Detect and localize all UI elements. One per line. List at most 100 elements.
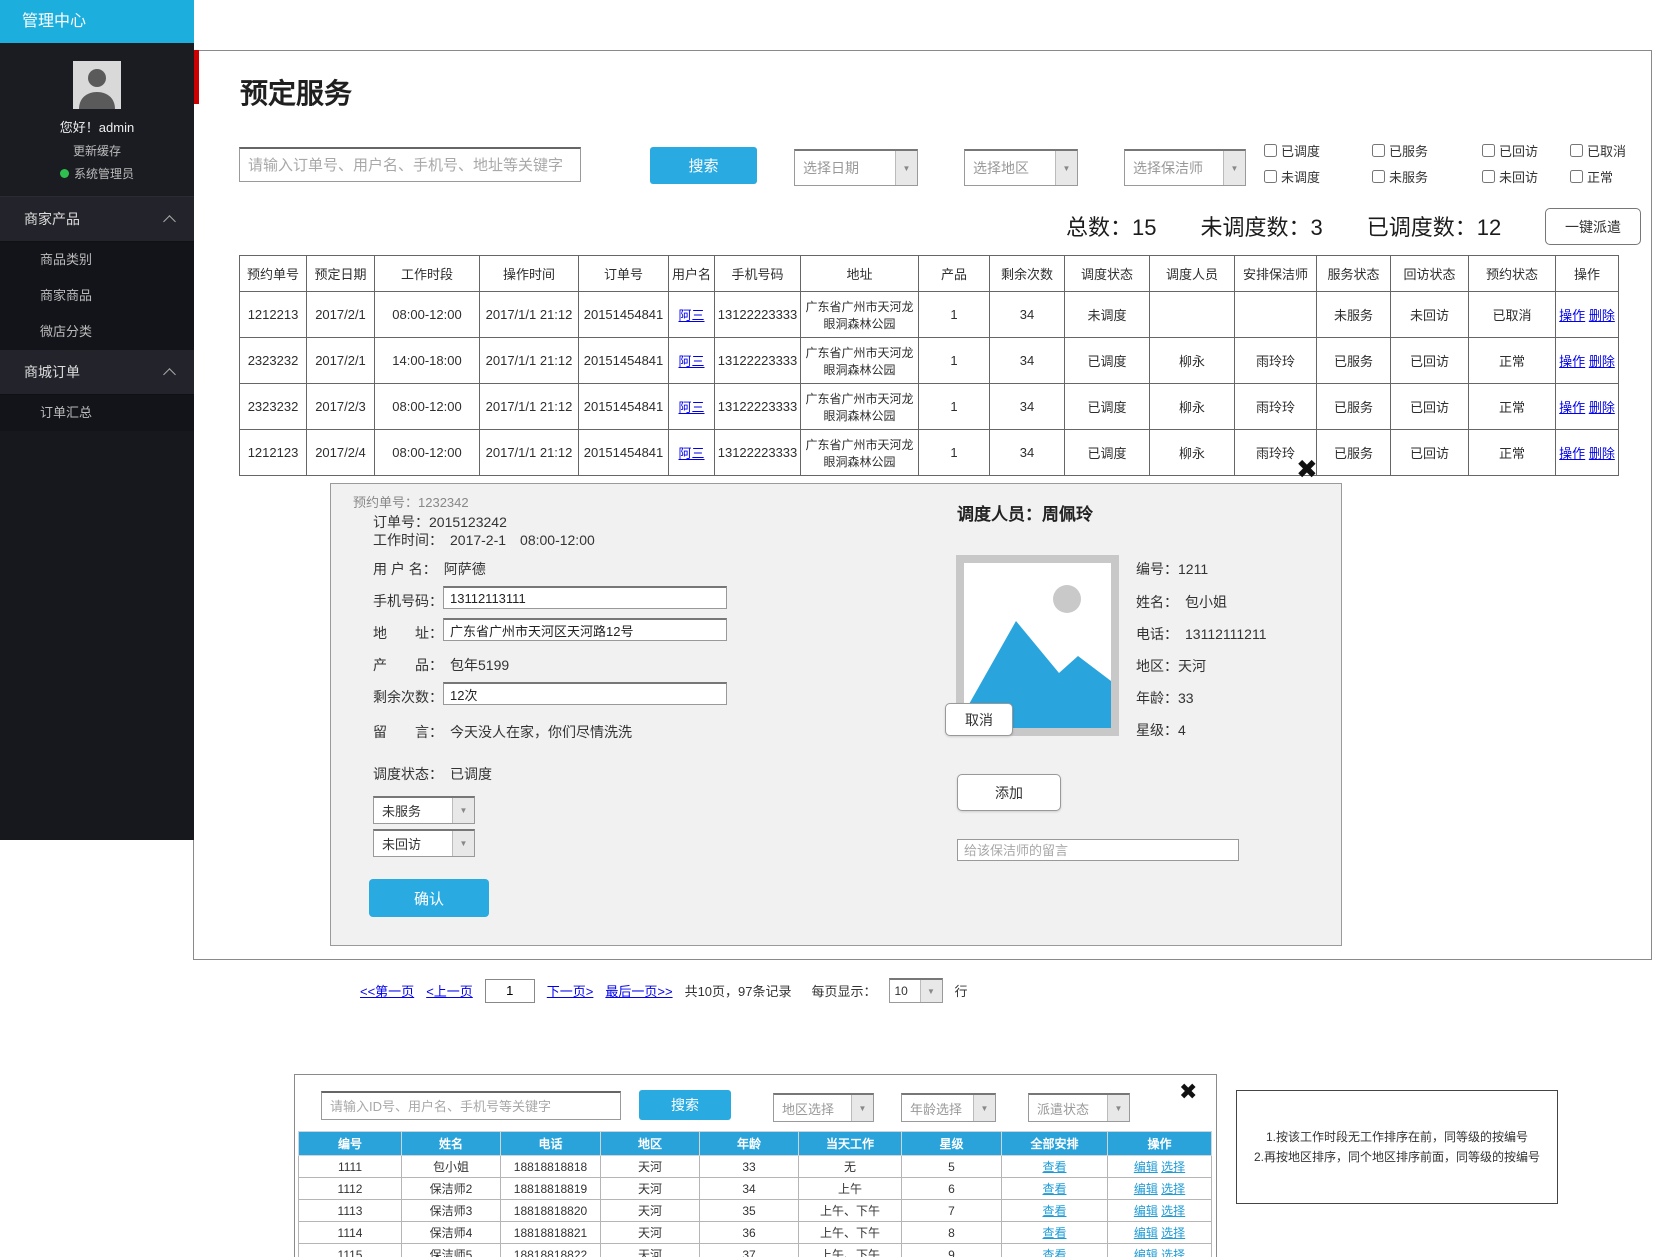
row-operate-link[interactable]: 操作 (1559, 308, 1585, 323)
region-select-value: 选择地区 (965, 158, 1055, 178)
cell-name: 保洁师3 (402, 1200, 501, 1222)
staff-header-row: 编号 姓名 电话 地区 年龄 当天工作 星级 全部安排 操作 (299, 1132, 1212, 1156)
close-icon[interactable]: ✖ (1296, 456, 1318, 482)
visit-status-select[interactable]: 未回访 ▼ (373, 829, 475, 857)
username-link[interactable]: 阿三 (678, 400, 704, 415)
sidebar-item-merchant-products[interactable]: 商家商品 (0, 278, 194, 314)
date-select[interactable]: 选择日期 ▼ (794, 149, 918, 186)
username-link[interactable]: 阿三 (678, 446, 704, 461)
popup-age-select[interactable]: 年龄选择 ▼ (901, 1093, 996, 1122)
sidebar-item-order-summary[interactable]: 订单汇总 (0, 395, 194, 431)
cell-date: 2017/2/4 (307, 430, 375, 476)
col-header: 预定日期 (307, 256, 375, 292)
staff-search-input[interactable] (321, 1091, 621, 1120)
first-page-link[interactable]: <<第一页 (360, 981, 414, 1000)
checkbox-normal[interactable]: 正常 (1570, 167, 1613, 186)
sidebar-group-orders[interactable]: 商城订单 (0, 350, 194, 395)
view-link[interactable]: 查看 (1042, 1226, 1066, 1240)
checkbox-visited[interactable]: 已回访 (1482, 141, 1538, 160)
edit-link[interactable]: 编辑 (1134, 1226, 1158, 1240)
select-link[interactable]: 选择 (1161, 1160, 1185, 1174)
row-operate-link[interactable]: 操作 (1559, 400, 1585, 415)
sidebar-item-microstore-category[interactable]: 微店分类 (0, 314, 194, 350)
checkbox-scheduled[interactable]: 已调度 (1264, 141, 1320, 160)
cell-booking-no: 2323232 (240, 338, 307, 384)
edit-link[interactable]: 编辑 (1134, 1248, 1158, 1257)
prev-page-link[interactable]: <上一页 (426, 981, 473, 1000)
cell-name: 保洁师5 (402, 1244, 501, 1257)
cell-star: 8 (902, 1222, 1002, 1244)
remaining-field[interactable] (443, 682, 727, 705)
checkbox-cancelled[interactable]: 已取消 (1570, 141, 1626, 160)
page-summary: 共10页，97条记录 (685, 981, 792, 1000)
view-link[interactable]: 查看 (1042, 1182, 1066, 1196)
select-link[interactable]: 选择 (1161, 1182, 1185, 1196)
cell-visit-status: 已回访 (1391, 384, 1469, 430)
next-page-link[interactable]: 下一页> (547, 981, 594, 1000)
cell-phone: 13122223333 (715, 430, 801, 476)
view-link[interactable]: 查看 (1042, 1204, 1066, 1218)
col-header: 全部安排 (1002, 1132, 1108, 1156)
refresh-cache-link[interactable]: 更新缓存 (0, 142, 194, 159)
staff-select-popup: 搜索 地区选择 ▼ 年龄选择 ▼ 派遣状态 ▼ ✖ 编号 姓名 电话 地区 年龄 (294, 1074, 1217, 1257)
checkbox-unvisited[interactable]: 未回访 (1482, 167, 1538, 186)
region-select[interactable]: 选择地区 ▼ (964, 149, 1078, 186)
edit-link[interactable]: 编辑 (1134, 1204, 1158, 1218)
col-header: 调度人员 (1150, 256, 1235, 292)
cell-id: 1115 (299, 1244, 402, 1257)
service-status-select[interactable]: 未服务 ▼ (373, 796, 475, 824)
row-delete-link[interactable]: 删除 (1589, 308, 1615, 323)
view-link[interactable]: 查看 (1042, 1160, 1066, 1174)
last-page-link[interactable]: 最后一页>> (605, 981, 672, 1000)
confirm-button[interactable]: 确认 (369, 879, 489, 917)
popup-region-select[interactable]: 地区选择 ▼ (773, 1093, 874, 1122)
col-header: 操作 (1556, 256, 1619, 292)
popup-close-icon[interactable]: ✖ (1179, 1081, 1197, 1103)
row-operate-link[interactable]: 操作 (1559, 354, 1585, 369)
cleaner-select[interactable]: 选择保洁师 ▼ (1124, 149, 1246, 186)
col-header: 服务状态 (1317, 256, 1391, 292)
add-button[interactable]: 添加 (957, 774, 1061, 811)
select-link[interactable]: 选择 (1161, 1226, 1185, 1240)
edit-link[interactable]: 编辑 (1134, 1160, 1158, 1174)
view-link[interactable]: 查看 (1042, 1248, 1066, 1257)
row-delete-link[interactable]: 删除 (1589, 400, 1615, 415)
row-operate-link[interactable]: 操作 (1559, 446, 1585, 461)
popup-dispatch-status-select[interactable]: 派遣状态 ▼ (1028, 1093, 1130, 1122)
search-input[interactable] (239, 147, 581, 182)
col-header: 操作时间 (480, 256, 579, 292)
select-link[interactable]: 选择 (1161, 1204, 1185, 1218)
select-link[interactable]: 选择 (1161, 1248, 1185, 1257)
sidebar-item-product-category[interactable]: 商品类别 (0, 242, 194, 278)
cleaner-message-input[interactable] (957, 839, 1239, 861)
checkbox-unserved[interactable]: 未服务 (1372, 167, 1428, 186)
cell-phone: 13122223333 (715, 292, 801, 338)
search-button[interactable]: 搜索 (650, 147, 757, 184)
chevron-down-icon: ▼ (452, 798, 474, 823)
checkbox-served[interactable]: 已服务 (1372, 141, 1428, 160)
cell-region: 天河 (601, 1222, 700, 1244)
username-link[interactable]: 阿三 (678, 354, 704, 369)
checkbox-unscheduled[interactable]: 未调度 (1264, 167, 1320, 186)
cell-visit-status: 已回访 (1391, 338, 1469, 384)
row-delete-link[interactable]: 删除 (1589, 354, 1615, 369)
alert-strip (194, 50, 199, 104)
username-link[interactable]: 阿三 (678, 308, 704, 323)
edit-link[interactable]: 编辑 (1134, 1182, 1158, 1196)
phone-field[interactable] (443, 586, 727, 609)
per-page-select[interactable]: 10 ▼ (889, 978, 943, 1003)
sidebar-group-products[interactable]: 商家产品 (0, 197, 194, 242)
page-number-input[interactable] (485, 979, 535, 1003)
staff-search-button[interactable]: 搜索 (639, 1090, 731, 1120)
table-row: 1212213 2017/2/1 08:00-12:00 2017/1/1 21… (240, 292, 1619, 338)
cancel-button[interactable]: 取消 (945, 703, 1013, 736)
cell-date: 2017/2/1 (307, 292, 375, 338)
chevron-down-icon: ▼ (1055, 151, 1077, 185)
cell-today-work: 上午、下午 (799, 1244, 902, 1257)
cell-service-status: 已服务 (1317, 384, 1391, 430)
one-click-dispatch-button[interactable]: 一键派遣 (1545, 208, 1641, 245)
address-field[interactable] (443, 618, 727, 641)
cell-age: 36 (700, 1222, 799, 1244)
cell-timeslot: 08:00-12:00 (375, 430, 480, 476)
row-delete-link[interactable]: 删除 (1589, 446, 1615, 461)
